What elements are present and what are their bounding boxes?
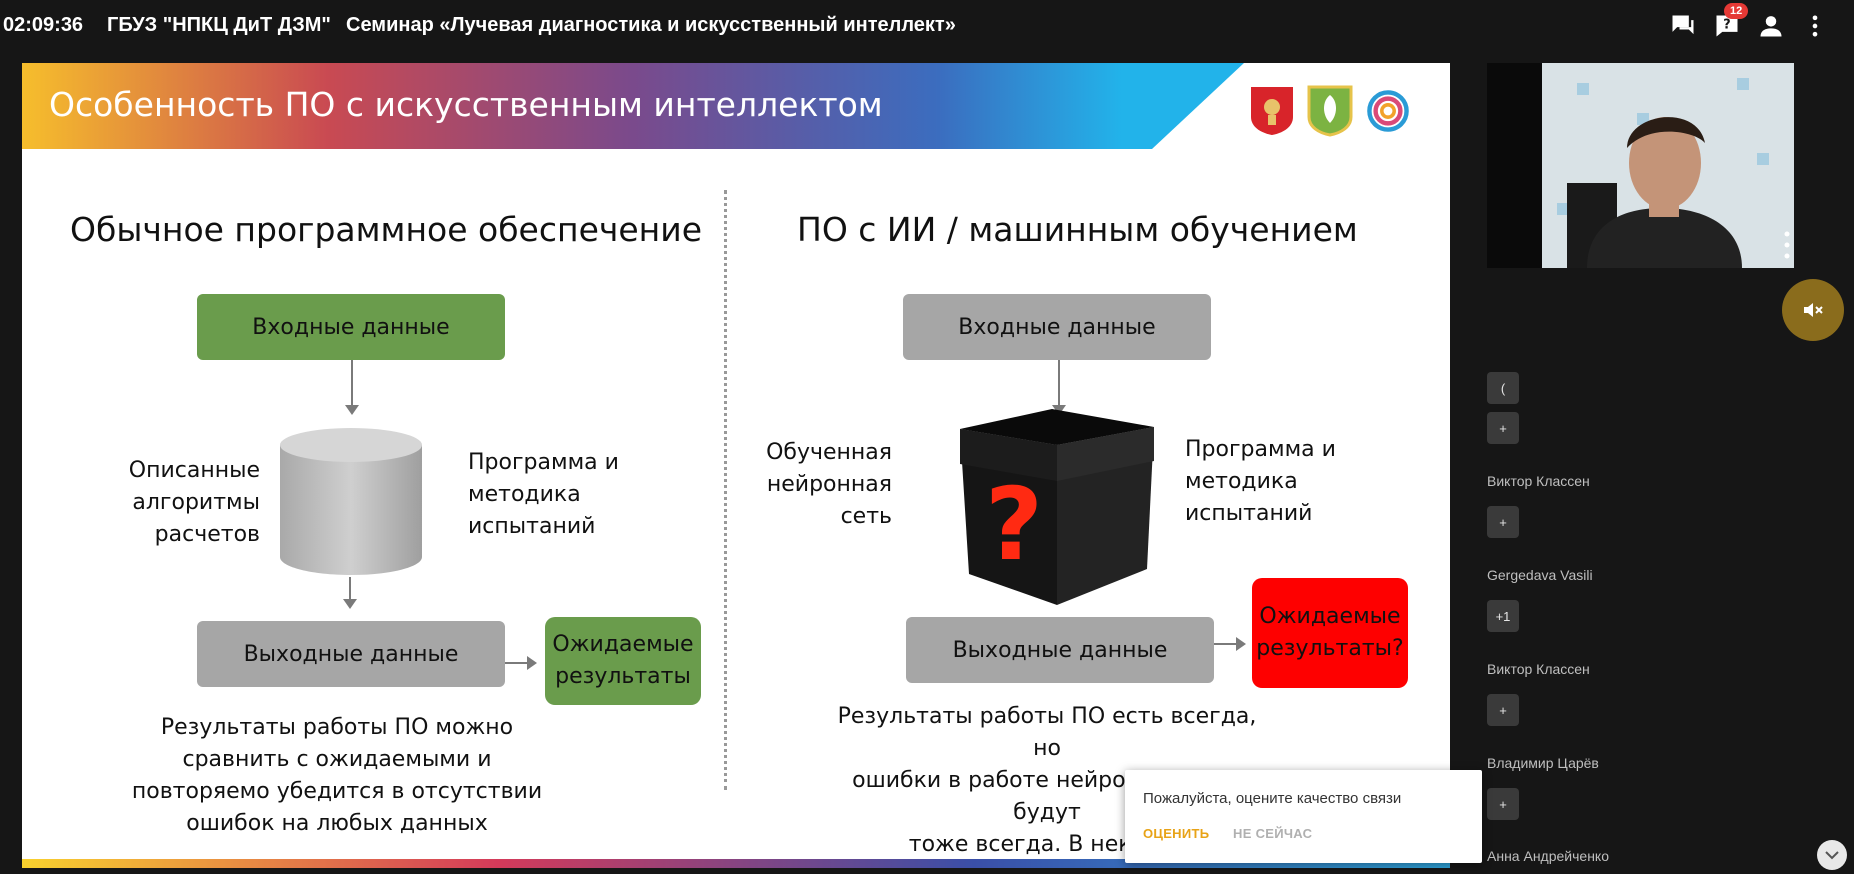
participant-name: Gergedava Vasili — [1487, 567, 1593, 583]
chat-icon[interactable] — [1669, 12, 1697, 40]
reaction-chip[interactable]: + — [1487, 506, 1519, 538]
black-box-icon: ? — [960, 409, 1154, 605]
speaker-video-frame — [1487, 63, 1794, 268]
svg-text:?: ? — [1723, 17, 1730, 32]
participant-name: Виктор Классен — [1487, 473, 1590, 489]
left-algorithms-label: Описанные алгоритмы расчетов — [128, 458, 260, 547]
arrow-down — [1058, 360, 1060, 410]
meeting-title: Семинар «Лучевая диагностика и искусстве… — [346, 14, 956, 36]
database-cylinder-icon — [280, 428, 422, 575]
left-column-heading: Обычное программное обеспечение — [70, 210, 702, 249]
speaker-video[interactable] — [1487, 63, 1794, 268]
not-now-button[interactable]: НЕ СЕЙЧАС — [1233, 826, 1312, 841]
connection-quality-popup: Пожалуйста, оцените качество связи ОЦЕНИ… — [1125, 770, 1482, 863]
arrow-right — [505, 662, 529, 664]
left-test-program-label: Программа и методика испытаний — [468, 450, 619, 539]
question-mark: ? — [985, 466, 1043, 583]
arrow-down — [349, 577, 351, 601]
right-input-box: Входные данные — [903, 294, 1211, 360]
participant-name: Владимир Царёв — [1487, 755, 1599, 771]
slide-title: Особенность ПО с искусственным интеллект… — [49, 85, 883, 124]
right-column-heading: ПО с ИИ / машинным обучением — [797, 210, 1358, 249]
right-output-box: Выходные данные — [906, 617, 1214, 683]
left-output-box: Выходные данные — [197, 621, 505, 687]
moscow-emblem-icon — [1251, 87, 1293, 135]
organizer-name: ГБУЗ "НПКЦ ДиТ ДЗМ" — [107, 14, 331, 36]
more-vert-icon[interactable] — [1801, 12, 1829, 40]
reaction-chip[interactable]: + — [1487, 694, 1519, 726]
column-divider — [724, 190, 727, 790]
right-test-program-label: Программа и методика испытаний — [1185, 437, 1336, 526]
person-icon[interactable] — [1757, 12, 1785, 40]
arrowhead — [1236, 637, 1246, 651]
arrowhead — [527, 656, 537, 670]
left-expected-box: Ожидаемые результаты — [545, 617, 701, 705]
elapsed-time: 02:09:36 — [3, 14, 84, 36]
left-caption: Результаты работы ПО можно сравнить с ож… — [131, 715, 543, 836]
arrowhead — [343, 599, 357, 609]
scroll-down-button[interactable] — [1817, 840, 1847, 870]
arrow-down — [351, 360, 353, 410]
presentation-slide: Особенность ПО с искусственным интеллект… — [22, 63, 1450, 868]
arrowhead — [345, 405, 359, 415]
right-neural-net-label: Обученная нейронная сеть — [766, 440, 892, 529]
popup-message: Пожалуйста, оцените качество связи — [1143, 790, 1402, 807]
chevron-down-icon — [1825, 851, 1839, 860]
video-more-icon[interactable] — [1784, 230, 1790, 260]
notification-badge: 12 — [1724, 3, 1749, 19]
left-input-box: Входные данные — [197, 294, 505, 360]
right-expected-box: Ожидаемые результаты? — [1252, 578, 1408, 688]
reaction-chip[interactable]: +1 — [1487, 600, 1519, 632]
participant-name: Анна Андрейченко — [1487, 848, 1609, 864]
participant-name: Виктор Классен — [1487, 661, 1590, 677]
rate-button[interactable]: ОЦЕНИТЬ — [1143, 826, 1209, 841]
health-emblem-icon — [1307, 85, 1353, 137]
reaction-chip[interactable]: + — [1487, 788, 1519, 820]
speaker-muted-icon — [1804, 303, 1823, 317]
reaction-chip[interactable]: ( — [1487, 372, 1519, 404]
arrow-right — [1214, 643, 1238, 645]
ring-logo-icon — [1367, 90, 1409, 132]
reaction-chip[interactable]: + — [1487, 412, 1519, 444]
top-bar: 02:09:36 ГБУЗ "НПКЦ ДиТ ДЗМ" Семинар «Лу… — [0, 0, 1854, 52]
mute-toggle-button[interactable] — [1782, 279, 1844, 341]
